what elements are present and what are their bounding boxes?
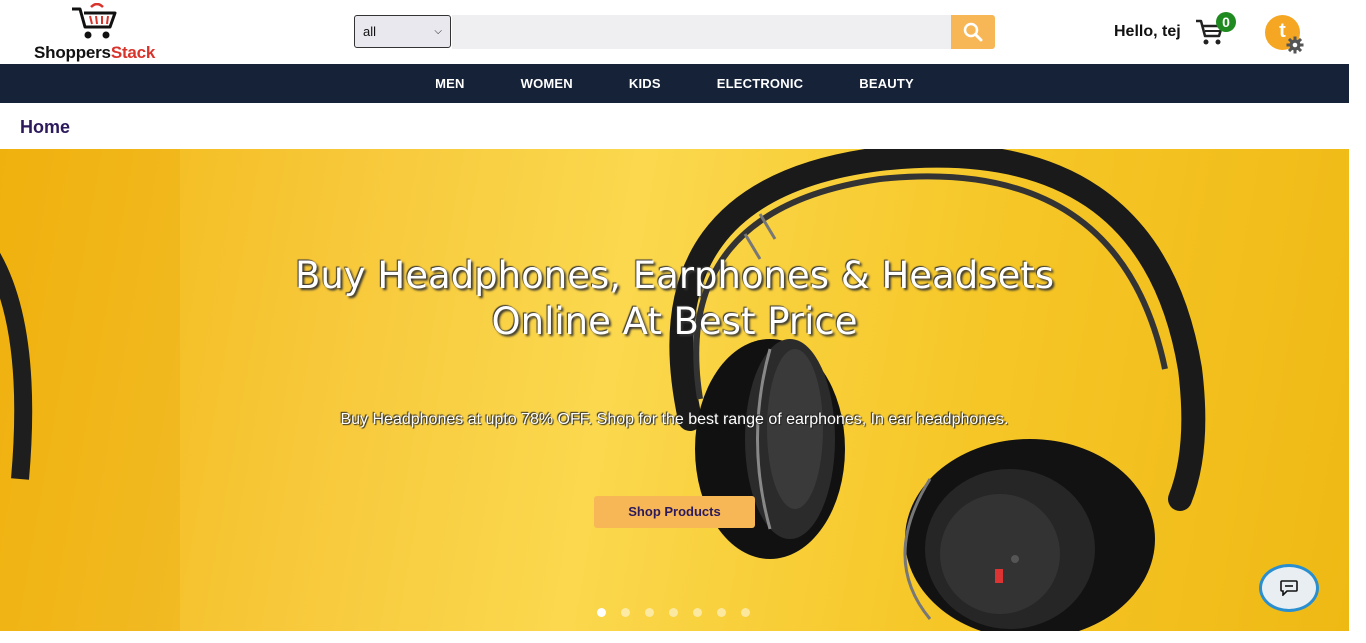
hero-title-line1: Buy Headphones, Earphones & Headsets bbox=[294, 254, 1055, 297]
nav-item-men[interactable]: MEN bbox=[435, 76, 465, 91]
search-input[interactable] bbox=[452, 15, 951, 49]
logo-text: ShoppersStack bbox=[34, 43, 155, 63]
nav-item-kids[interactable]: KIDS bbox=[629, 76, 661, 91]
nav-item-electronic[interactable]: ELECTRONIC bbox=[717, 76, 804, 91]
category-select-value: all bbox=[363, 24, 377, 39]
chevron-down-icon: ⌵ bbox=[434, 26, 442, 37]
chat-icon bbox=[1280, 580, 1298, 596]
carousel-dot[interactable] bbox=[645, 608, 654, 617]
carousel-dot[interactable] bbox=[693, 608, 702, 617]
breadcrumb: Home bbox=[0, 103, 1349, 149]
hero-title: Buy Headphones, Earphones & Headsets Onl… bbox=[0, 253, 1349, 345]
search-icon bbox=[963, 22, 983, 42]
chat-button[interactable] bbox=[1259, 564, 1319, 612]
category-select[interactable]: all ⌵ bbox=[354, 15, 451, 48]
header: ShoppersStack all ⌵ Hello, tej 0 t bbox=[0, 0, 1366, 64]
carousel-dot[interactable] bbox=[621, 608, 630, 617]
hero-title-line2: Online At Best Price bbox=[491, 300, 858, 343]
carousel-dot[interactable] bbox=[597, 608, 606, 617]
hero-subtitle: Buy Headphones at upto 78% OFF. Shop for… bbox=[340, 411, 1009, 428]
carousel-dot[interactable] bbox=[741, 608, 750, 617]
carousel-dot[interactable] bbox=[669, 608, 678, 617]
search-button[interactable] bbox=[951, 15, 995, 49]
logo-text-part2: Stack bbox=[110, 43, 156, 62]
gear-icon[interactable] bbox=[1286, 36, 1304, 54]
shop-products-button[interactable]: Shop Products bbox=[594, 496, 755, 528]
cart-logo-icon bbox=[72, 3, 117, 39]
carousel-dots bbox=[597, 608, 765, 617]
nav-item-women[interactable]: WOMEN bbox=[521, 76, 573, 91]
headphones-image bbox=[0, 149, 1206, 631]
greeting: Hello, tej bbox=[1114, 23, 1181, 40]
nav-item-beauty[interactable]: BEAUTY bbox=[859, 76, 914, 91]
carousel-dot[interactable] bbox=[717, 608, 726, 617]
breadcrumb-home[interactable]: Home bbox=[20, 117, 70, 138]
logo-text-part1: Shoppers bbox=[34, 43, 111, 62]
category-nav: MEN WOMEN KIDS ELECTRONIC BEAUTY bbox=[0, 64, 1349, 103]
page-gutter bbox=[1349, 64, 1366, 643]
cart-count-badge: 0 bbox=[1216, 12, 1236, 32]
logo[interactable]: ShoppersStack bbox=[30, 3, 175, 63]
hero-carousel[interactable]: Buy Headphones, Earphones & Headsets Onl… bbox=[0, 149, 1349, 631]
